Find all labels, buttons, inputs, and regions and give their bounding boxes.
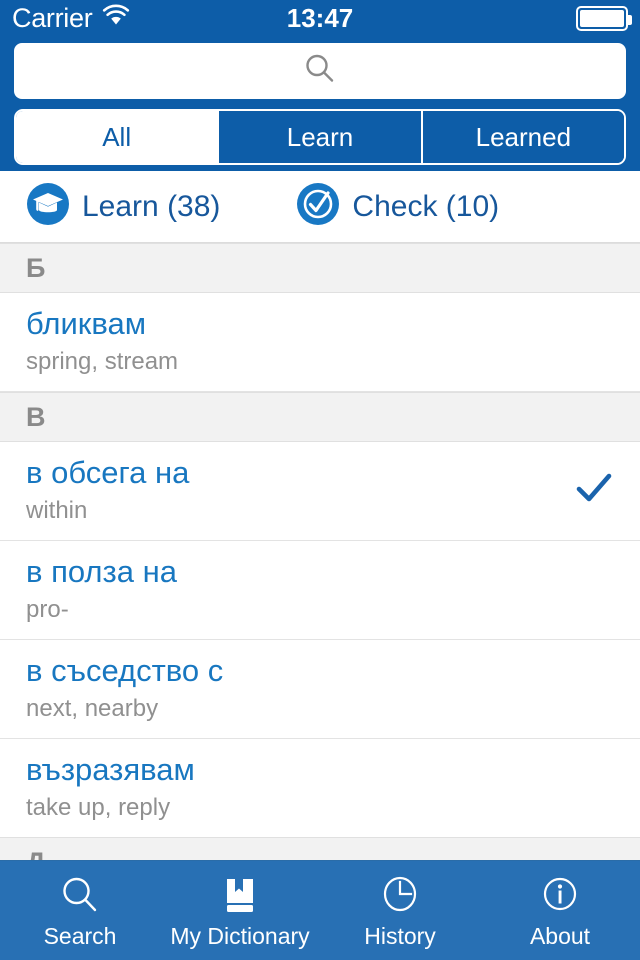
list-item-text: в съседство с next, nearby: [26, 652, 614, 724]
list-item-word: в полза на: [26, 554, 177, 589]
list-item-word: възразявам: [26, 752, 195, 787]
check-circle-icon: [296, 182, 340, 231]
list-item[interactable]: бликвам spring, stream: [0, 293, 640, 392]
list-item-translation: pro-: [26, 595, 69, 623]
search-field[interactable]: [14, 43, 626, 99]
list-item[interactable]: възразявам take up, reply: [0, 739, 640, 837]
list-item-translation: take up, reply: [26, 793, 171, 821]
list-item-text: в обсега на within: [26, 454, 560, 526]
list-item-text: в полза на pro-: [26, 553, 614, 625]
section-header: Б: [0, 243, 640, 293]
list-item[interactable]: в обсега на within: [0, 442, 640, 541]
learn-button-label: Learn (38): [82, 189, 221, 223]
tab-my-dictionary-label: My Dictionary: [170, 922, 310, 949]
tab-history[interactable]: History: [320, 861, 480, 960]
search-bar: [0, 36, 640, 99]
tab-about[interactable]: About: [480, 861, 640, 960]
graduation-cap-icon: [26, 182, 70, 231]
list-item-text: бликвам spring, stream: [26, 305, 614, 377]
learn-button[interactable]: Learn (38): [26, 182, 220, 231]
carrier-label: Carrier: [12, 2, 93, 33]
list-item[interactable]: в съседство с next, nearby: [0, 640, 640, 739]
header: Carrier 13:47 All Learn Learned: [0, 0, 640, 171]
book-bookmark-icon: [218, 872, 262, 918]
tab-bar: Search My Dictionary History About: [0, 860, 640, 960]
check-button[interactable]: Check (10): [296, 182, 499, 231]
word-list[interactable]: Б бликвам spring, stream В в обсега на w…: [0, 243, 640, 860]
segment-learned[interactable]: Learned: [422, 111, 624, 163]
list-item-word: в обсега на: [26, 455, 190, 490]
check-button-label: Check (10): [352, 189, 500, 223]
status-bar: Carrier 13:47: [0, 0, 640, 36]
section-header: Д: [0, 837, 640, 860]
list-item-word: в съседство с: [26, 653, 224, 688]
section-header: В: [0, 392, 640, 442]
tab-about-label: About: [529, 922, 591, 949]
list-item[interactable]: в полза на pro-: [0, 541, 640, 640]
segment-all[interactable]: All: [16, 111, 220, 163]
list-item-text: възразявам take up, reply: [26, 751, 614, 823]
filter-segmented-control: All Learn Learned: [0, 99, 640, 165]
tab-search[interactable]: Search: [0, 861, 160, 960]
checkmark-icon: [574, 471, 614, 510]
tab-history-label: History: [364, 922, 436, 949]
segment-learn[interactable]: Learn: [219, 111, 423, 163]
wifi-icon: [101, 4, 131, 33]
list-item-translation: spring, stream: [26, 347, 179, 375]
list-item-translation: next, nearby: [26, 694, 159, 722]
tab-search-label: Search: [43, 922, 117, 949]
battery-full-icon: [576, 5, 632, 31]
search-input[interactable]: [14, 43, 626, 99]
action-bar: Learn (38) Check (10): [0, 171, 640, 243]
status-bar-left: Carrier: [12, 3, 131, 34]
list-item-translation: within: [26, 496, 88, 524]
info-circle-icon: [538, 872, 582, 918]
list-item-word: бликвам: [26, 306, 147, 341]
search-icon: [58, 872, 102, 918]
clock-icon: [378, 872, 422, 918]
tab-my-dictionary[interactable]: My Dictionary: [160, 861, 320, 960]
app-screen: Carrier 13:47 All Learn Learned Learn (3…: [0, 0, 640, 960]
status-bar-right: [576, 5, 632, 31]
